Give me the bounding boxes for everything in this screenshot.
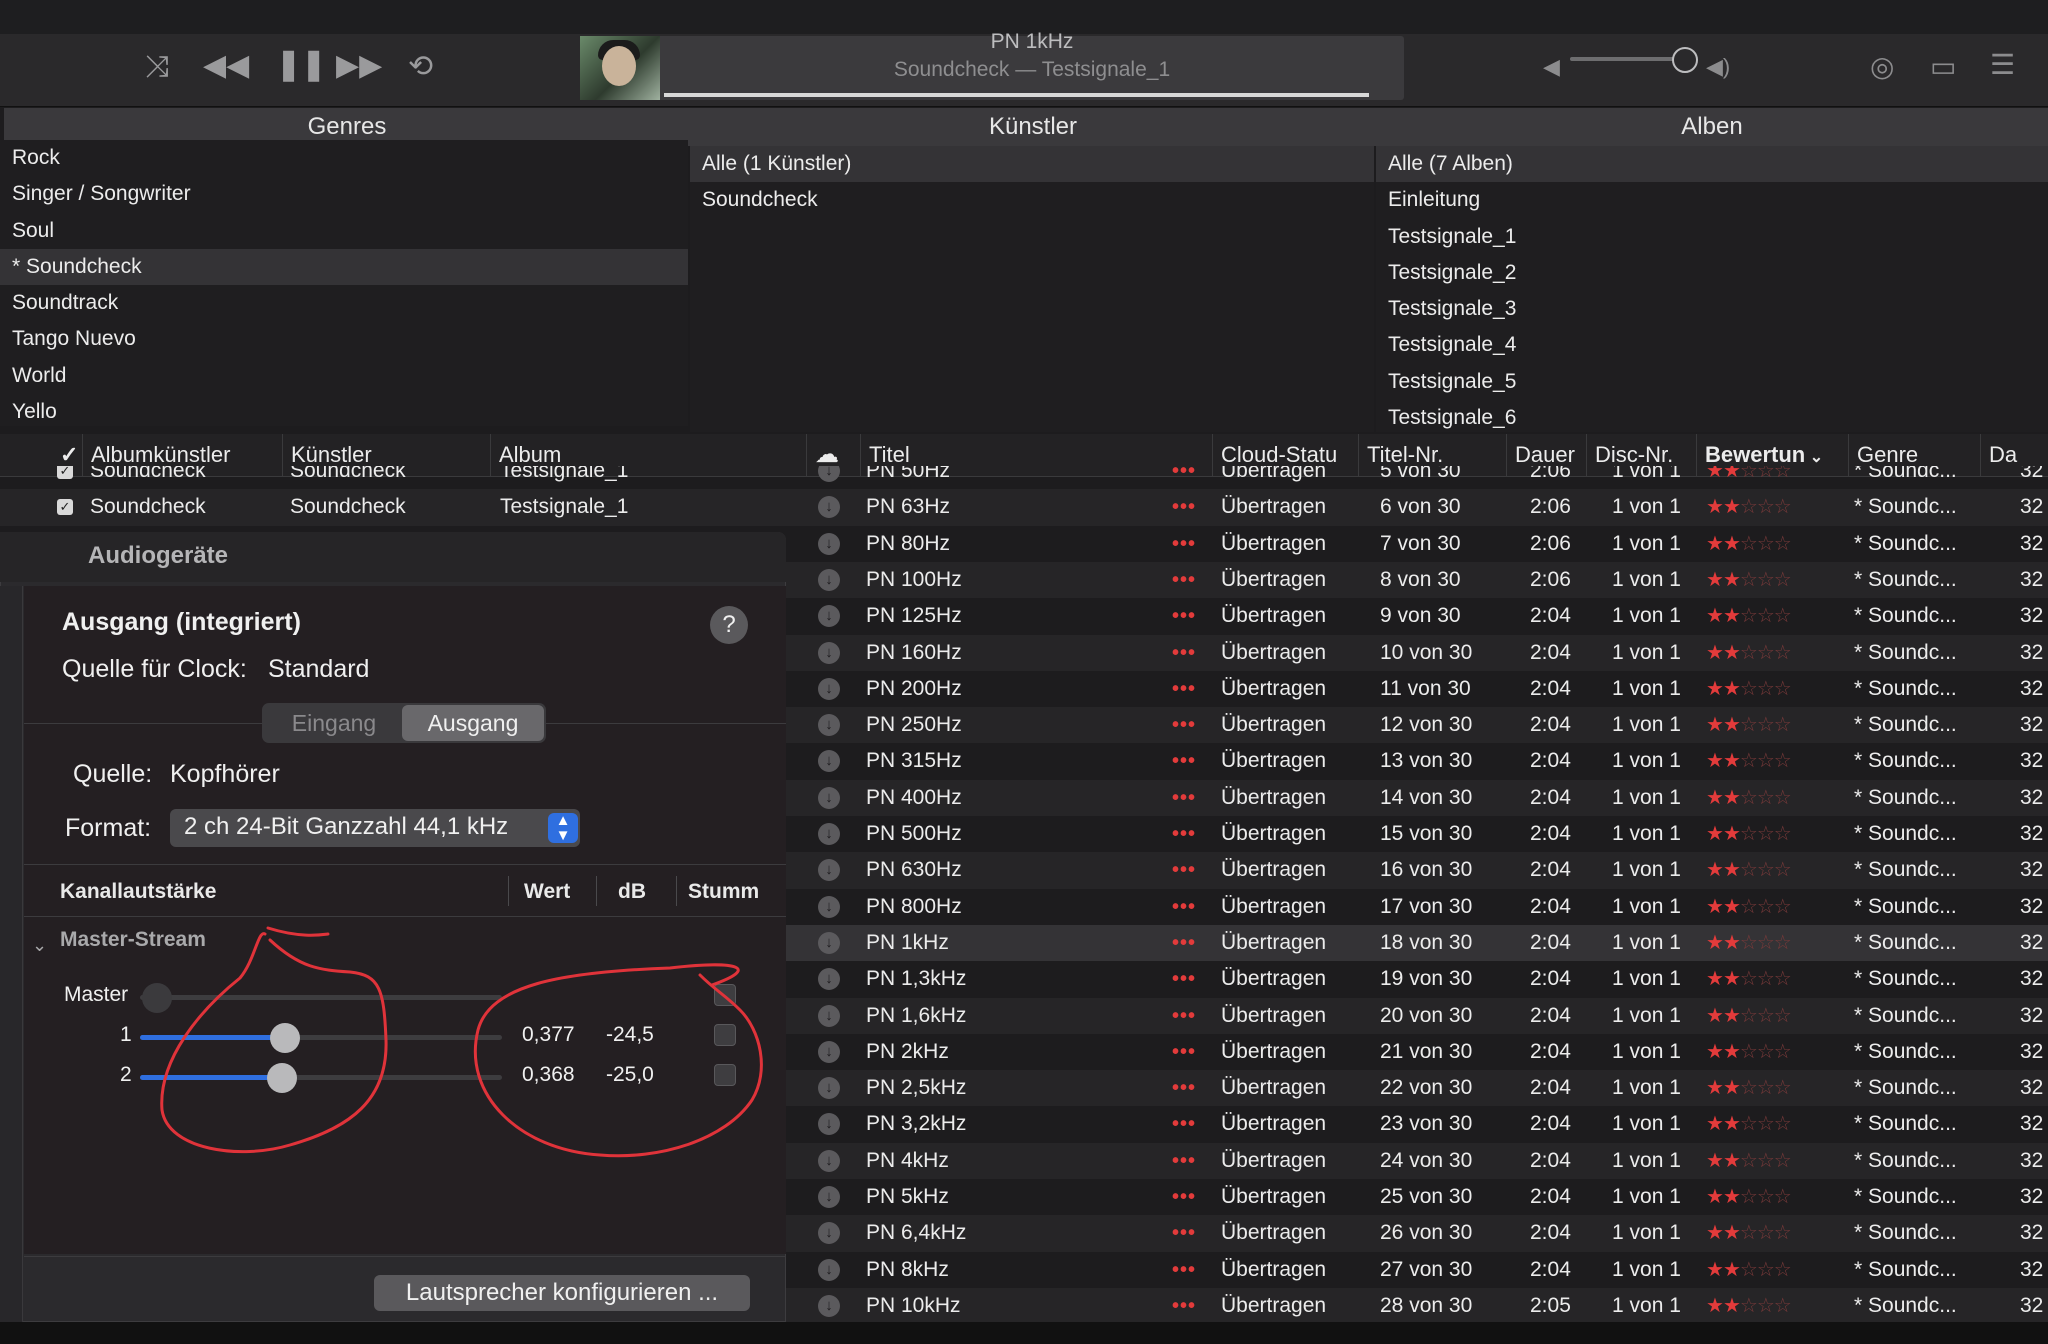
annotation-circle-values bbox=[473, 963, 763, 1158]
annotation-circle-sliders bbox=[160, 926, 388, 1154]
annotation-overlay bbox=[160, 926, 763, 1158]
